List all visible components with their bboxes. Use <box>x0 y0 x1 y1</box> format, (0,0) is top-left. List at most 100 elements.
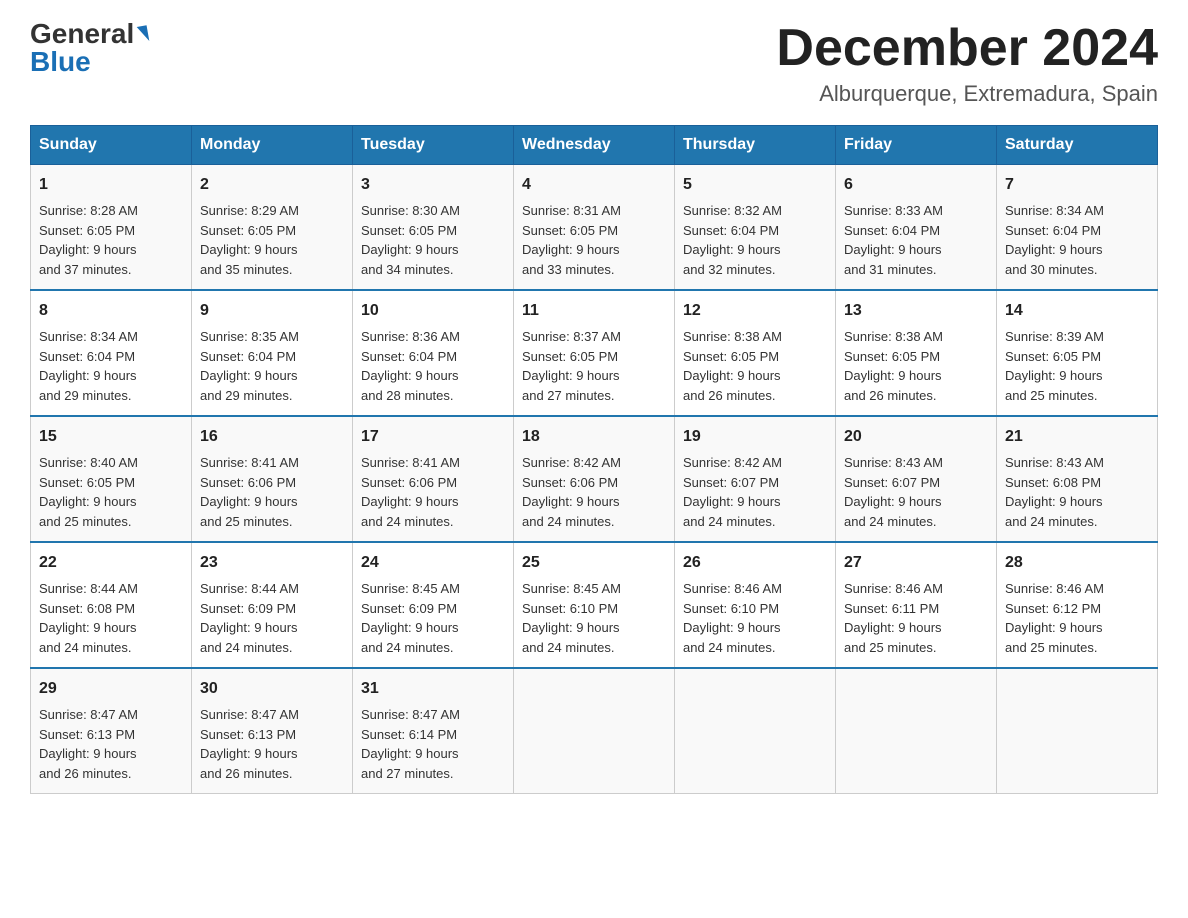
sunrise-label: Sunrise: 8:35 AM <box>200 329 299 344</box>
daylight-continued: and 24 minutes. <box>844 514 937 529</box>
sunset-label: Sunset: 6:12 PM <box>1005 601 1101 616</box>
day-number: 30 <box>200 677 344 701</box>
sunset-label: Sunset: 6:05 PM <box>844 349 940 364</box>
calendar-week-2: 8 Sunrise: 8:34 AM Sunset: 6:04 PM Dayli… <box>31 290 1158 416</box>
daylight-continued: and 34 minutes. <box>361 262 454 277</box>
calendar-cell: 18 Sunrise: 8:42 AM Sunset: 6:06 PM Dayl… <box>514 416 675 542</box>
daylight-label: Daylight: 9 hours <box>200 746 298 761</box>
day-number: 15 <box>39 425 183 449</box>
day-number: 27 <box>844 551 988 575</box>
header-saturday: Saturday <box>997 126 1158 165</box>
daylight-continued: and 33 minutes. <box>522 262 615 277</box>
day-number: 10 <box>361 299 505 323</box>
sunset-label: Sunset: 6:14 PM <box>361 727 457 742</box>
daylight-label: Daylight: 9 hours <box>844 494 942 509</box>
sunset-label: Sunset: 6:08 PM <box>39 601 135 616</box>
sunrise-label: Sunrise: 8:43 AM <box>844 455 943 470</box>
day-number: 16 <box>200 425 344 449</box>
daylight-continued: and 25 minutes. <box>200 514 293 529</box>
sunset-label: Sunset: 6:10 PM <box>522 601 618 616</box>
daylight-label: Daylight: 9 hours <box>200 620 298 635</box>
daylight-continued: and 30 minutes. <box>1005 262 1098 277</box>
sunrise-label: Sunrise: 8:46 AM <box>683 581 782 596</box>
daylight-label: Daylight: 9 hours <box>844 368 942 383</box>
calendar-cell: 11 Sunrise: 8:37 AM Sunset: 6:05 PM Dayl… <box>514 290 675 416</box>
day-number: 25 <box>522 551 666 575</box>
daylight-label: Daylight: 9 hours <box>39 620 137 635</box>
daylight-label: Daylight: 9 hours <box>39 368 137 383</box>
day-number: 13 <box>844 299 988 323</box>
daylight-continued: and 24 minutes. <box>522 514 615 529</box>
sunset-label: Sunset: 6:04 PM <box>39 349 135 364</box>
calendar-cell: 16 Sunrise: 8:41 AM Sunset: 6:06 PM Dayl… <box>192 416 353 542</box>
day-number: 3 <box>361 173 505 197</box>
daylight-continued: and 24 minutes. <box>361 514 454 529</box>
daylight-label: Daylight: 9 hours <box>522 242 620 257</box>
calendar-cell: 22 Sunrise: 8:44 AM Sunset: 6:08 PM Dayl… <box>31 542 192 668</box>
daylight-continued: and 29 minutes. <box>200 388 293 403</box>
daylight-continued: and 31 minutes. <box>844 262 937 277</box>
calendar-week-1: 1 Sunrise: 8:28 AM Sunset: 6:05 PM Dayli… <box>31 165 1158 291</box>
calendar-cell: 7 Sunrise: 8:34 AM Sunset: 6:04 PM Dayli… <box>997 165 1158 291</box>
day-number: 7 <box>1005 173 1149 197</box>
sunset-label: Sunset: 6:04 PM <box>844 223 940 238</box>
calendar-cell: 20 Sunrise: 8:43 AM Sunset: 6:07 PM Dayl… <box>836 416 997 542</box>
header-monday: Monday <box>192 126 353 165</box>
calendar-cell: 8 Sunrise: 8:34 AM Sunset: 6:04 PM Dayli… <box>31 290 192 416</box>
calendar-cell: 23 Sunrise: 8:44 AM Sunset: 6:09 PM Dayl… <box>192 542 353 668</box>
daylight-label: Daylight: 9 hours <box>683 242 781 257</box>
sunset-label: Sunset: 6:06 PM <box>361 475 457 490</box>
sunrise-label: Sunrise: 8:33 AM <box>844 203 943 218</box>
sunrise-label: Sunrise: 8:31 AM <box>522 203 621 218</box>
day-number: 24 <box>361 551 505 575</box>
sunset-label: Sunset: 6:05 PM <box>361 223 457 238</box>
sunset-label: Sunset: 6:08 PM <box>1005 475 1101 490</box>
day-number: 19 <box>683 425 827 449</box>
sunset-label: Sunset: 6:13 PM <box>39 727 135 742</box>
calendar-cell <box>675 668 836 794</box>
daylight-label: Daylight: 9 hours <box>361 368 459 383</box>
day-number: 17 <box>361 425 505 449</box>
calendar-cell: 2 Sunrise: 8:29 AM Sunset: 6:05 PM Dayli… <box>192 165 353 291</box>
daylight-label: Daylight: 9 hours <box>683 368 781 383</box>
day-number: 11 <box>522 299 666 323</box>
calendar-table: Sunday Monday Tuesday Wednesday Thursday… <box>30 125 1158 794</box>
calendar-cell: 17 Sunrise: 8:41 AM Sunset: 6:06 PM Dayl… <box>353 416 514 542</box>
day-number: 31 <box>361 677 505 701</box>
header-friday: Friday <box>836 126 997 165</box>
calendar-cell: 3 Sunrise: 8:30 AM Sunset: 6:05 PM Dayli… <box>353 165 514 291</box>
day-number: 21 <box>1005 425 1149 449</box>
daylight-continued: and 26 minutes. <box>683 388 776 403</box>
calendar-week-5: 29 Sunrise: 8:47 AM Sunset: 6:13 PM Dayl… <box>31 668 1158 794</box>
daylight-continued: and 26 minutes. <box>39 766 132 781</box>
calendar-cell: 13 Sunrise: 8:38 AM Sunset: 6:05 PM Dayl… <box>836 290 997 416</box>
sunrise-label: Sunrise: 8:38 AM <box>683 329 782 344</box>
calendar-cell: 9 Sunrise: 8:35 AM Sunset: 6:04 PM Dayli… <box>192 290 353 416</box>
sunset-label: Sunset: 6:04 PM <box>200 349 296 364</box>
header-wednesday: Wednesday <box>514 126 675 165</box>
sunset-label: Sunset: 6:05 PM <box>1005 349 1101 364</box>
daylight-label: Daylight: 9 hours <box>1005 368 1103 383</box>
calendar-week-3: 15 Sunrise: 8:40 AM Sunset: 6:05 PM Dayl… <box>31 416 1158 542</box>
day-number: 9 <box>200 299 344 323</box>
calendar-cell: 19 Sunrise: 8:42 AM Sunset: 6:07 PM Dayl… <box>675 416 836 542</box>
daylight-label: Daylight: 9 hours <box>361 494 459 509</box>
daylight-continued: and 27 minutes. <box>361 766 454 781</box>
header-sunday: Sunday <box>31 126 192 165</box>
daylight-continued: and 24 minutes. <box>361 640 454 655</box>
header-thursday: Thursday <box>675 126 836 165</box>
daylight-continued: and 25 minutes. <box>1005 640 1098 655</box>
month-title: December 2024 <box>776 20 1158 77</box>
daylight-continued: and 24 minutes. <box>39 640 132 655</box>
calendar-week-4: 22 Sunrise: 8:44 AM Sunset: 6:08 PM Dayl… <box>31 542 1158 668</box>
sunset-label: Sunset: 6:04 PM <box>361 349 457 364</box>
daylight-continued: and 24 minutes. <box>683 640 776 655</box>
sunrise-label: Sunrise: 8:41 AM <box>361 455 460 470</box>
daylight-label: Daylight: 9 hours <box>1005 620 1103 635</box>
calendar-cell: 31 Sunrise: 8:47 AM Sunset: 6:14 PM Dayl… <box>353 668 514 794</box>
sunrise-label: Sunrise: 8:45 AM <box>361 581 460 596</box>
daylight-continued: and 35 minutes. <box>200 262 293 277</box>
daylight-continued: and 24 minutes. <box>1005 514 1098 529</box>
calendar-cell: 25 Sunrise: 8:45 AM Sunset: 6:10 PM Dayl… <box>514 542 675 668</box>
logo-blue-text: Blue <box>30 48 91 76</box>
